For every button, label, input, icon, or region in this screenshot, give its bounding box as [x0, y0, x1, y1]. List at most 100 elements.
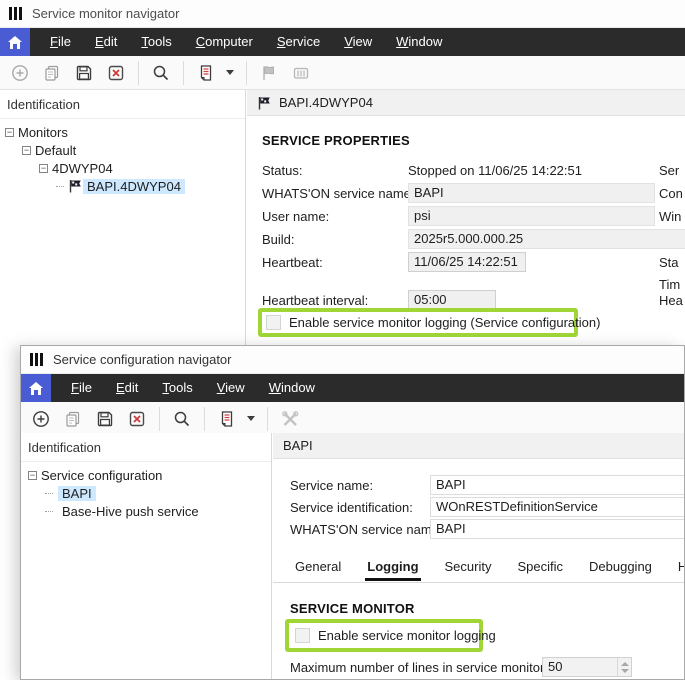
build-field[interactable]: 2025r5.000.000.25	[408, 229, 685, 249]
collapse-icon[interactable]: −	[5, 128, 14, 137]
toolbar	[0, 56, 685, 90]
report-dropdown-button[interactable]	[245, 405, 259, 433]
copy-button[interactable]	[59, 405, 87, 433]
section-title: SERVICE MONITOR	[290, 601, 415, 616]
detail-header: BAPI	[273, 433, 684, 459]
menu-edit[interactable]: Edit	[104, 374, 150, 402]
whatson-service-name-field[interactable]: BAPI	[408, 183, 655, 203]
checkbox-label: Enable service monitor logging	[318, 628, 496, 643]
save-button[interactable]	[91, 405, 119, 433]
tab-security[interactable]: Security	[443, 555, 494, 581]
report-icon	[197, 64, 215, 82]
flag-button[interactable]	[255, 59, 283, 87]
field-label: WHATS'ON service name:	[262, 186, 415, 201]
divider	[273, 582, 684, 583]
field-label: Service identification:	[290, 500, 413, 515]
menu-tools[interactable]: Tools	[150, 374, 204, 402]
app-logo-icon	[30, 353, 43, 366]
field-label: Heartbeat interval:	[262, 293, 368, 308]
collapse-icon[interactable]: −	[28, 471, 37, 480]
add-icon	[11, 64, 29, 82]
clipped-label: Tim	[659, 277, 680, 292]
tree-item-bapi-4dwyp04[interactable]: BAPI.4DWYP04	[0, 177, 245, 195]
add-button[interactable]	[6, 59, 34, 87]
tab-specific[interactable]: Specific	[515, 555, 565, 581]
user-name-field[interactable]: psi	[408, 206, 655, 226]
tree-item-default[interactable]: − Default	[0, 141, 245, 159]
toolbar-divider	[246, 61, 247, 85]
identification-panel: Identification − Service configuration B…	[21, 433, 272, 679]
enable-service-monitor-logging-checkbox[interactable]	[295, 628, 310, 643]
whatson-service-name-field[interactable]: BAPI	[430, 519, 684, 539]
tools-button[interactable]	[276, 405, 304, 433]
clipped-label: Sta	[659, 255, 679, 270]
tree-connector	[45, 493, 53, 494]
field-label: Heartbeat:	[262, 255, 323, 270]
toolbar-divider	[138, 61, 139, 85]
tab-bar: General Logging Security Specific Debugg…	[273, 555, 684, 581]
menu-computer[interactable]: Computer	[184, 28, 265, 56]
spinner-buttons[interactable]	[617, 658, 631, 676]
add-button[interactable]	[27, 405, 55, 433]
delete-button[interactable]	[102, 59, 130, 87]
detail-header-title: BAPI	[283, 438, 313, 453]
service-detail-panel: BAPI Service name: BAPI Service identifi…	[273, 433, 684, 679]
search-button[interactable]	[147, 59, 175, 87]
service-name-field[interactable]: BAPI	[430, 475, 684, 495]
tree-item-service-configuration[interactable]: − Service configuration	[21, 466, 271, 484]
menu-edit[interactable]: Edit	[83, 28, 129, 56]
field-label: Service name:	[290, 478, 373, 493]
heartbeat-field[interactable]: 11/06/25 14:22:51	[408, 252, 526, 272]
report-button[interactable]	[213, 405, 241, 433]
tree-item-bapi[interactable]: BAPI	[21, 484, 271, 502]
flag-icon	[260, 64, 278, 82]
copy-icon	[43, 64, 61, 82]
menu-tools[interactable]: Tools	[129, 28, 183, 56]
menu-file[interactable]: File	[38, 28, 83, 56]
clipped-label: Hea	[659, 293, 683, 308]
heartbeat-interval-field[interactable]: 05:00	[408, 290, 496, 310]
tab-logging[interactable]: Logging	[365, 555, 420, 581]
menu-window[interactable]: Window	[384, 28, 454, 56]
detail-header: BAPI.4DWYP04	[247, 90, 685, 116]
tree-item-base-hive-push-service[interactable]: Base-Hive push service	[21, 502, 271, 520]
window-title: Service monitor navigator	[32, 6, 179, 21]
tree-item-monitors[interactable]: − Monitors	[0, 123, 245, 141]
enable-service-monitor-logging-checkbox[interactable]	[266, 315, 281, 330]
copy-button[interactable]	[38, 59, 66, 87]
tab-general[interactable]: General	[293, 555, 343, 581]
field-label: Build:	[262, 232, 295, 247]
spin-down-icon	[621, 669, 629, 673]
tools-icon	[281, 410, 300, 428]
archive-button[interactable]	[287, 59, 315, 87]
menu-view[interactable]: View	[332, 28, 384, 56]
toolbar-divider	[183, 61, 184, 85]
home-button[interactable]	[21, 374, 51, 402]
menu-view[interactable]: View	[205, 374, 257, 402]
report-dropdown-button[interactable]	[224, 59, 238, 87]
window-title: Service configuration navigator	[53, 352, 232, 367]
tree-connector	[56, 186, 64, 187]
report-button[interactable]	[192, 59, 220, 87]
add-icon	[32, 410, 50, 428]
collapse-icon[interactable]: −	[22, 146, 31, 155]
max-lines-spinner[interactable]: 50	[542, 657, 632, 677]
home-button[interactable]	[0, 28, 30, 56]
search-icon	[173, 410, 191, 428]
menu-file[interactable]: File	[59, 374, 104, 402]
service-identification-field[interactable]: WOnRESTDefinitionService	[430, 497, 684, 517]
tab-debugging[interactable]: Debugging	[587, 555, 654, 581]
search-button[interactable]	[168, 405, 196, 433]
save-icon	[75, 64, 93, 82]
save-button[interactable]	[70, 59, 98, 87]
checkbox-label: Enable service monitor logging (Service …	[289, 315, 600, 330]
monitor-tree: − Monitors − Default − 4DWYP04 BAPI.4DWY…	[0, 119, 245, 195]
menu-service[interactable]: Service	[265, 28, 332, 56]
collapse-icon[interactable]: −	[39, 164, 48, 173]
field-label: User name:	[262, 209, 329, 224]
menu-window[interactable]: Window	[257, 374, 327, 402]
tree-item-4dwyp04[interactable]: − 4DWYP04	[0, 159, 245, 177]
delete-button[interactable]	[123, 405, 151, 433]
tab-hive[interactable]: Hive	[676, 555, 684, 581]
panel-title: Identification	[0, 90, 245, 118]
